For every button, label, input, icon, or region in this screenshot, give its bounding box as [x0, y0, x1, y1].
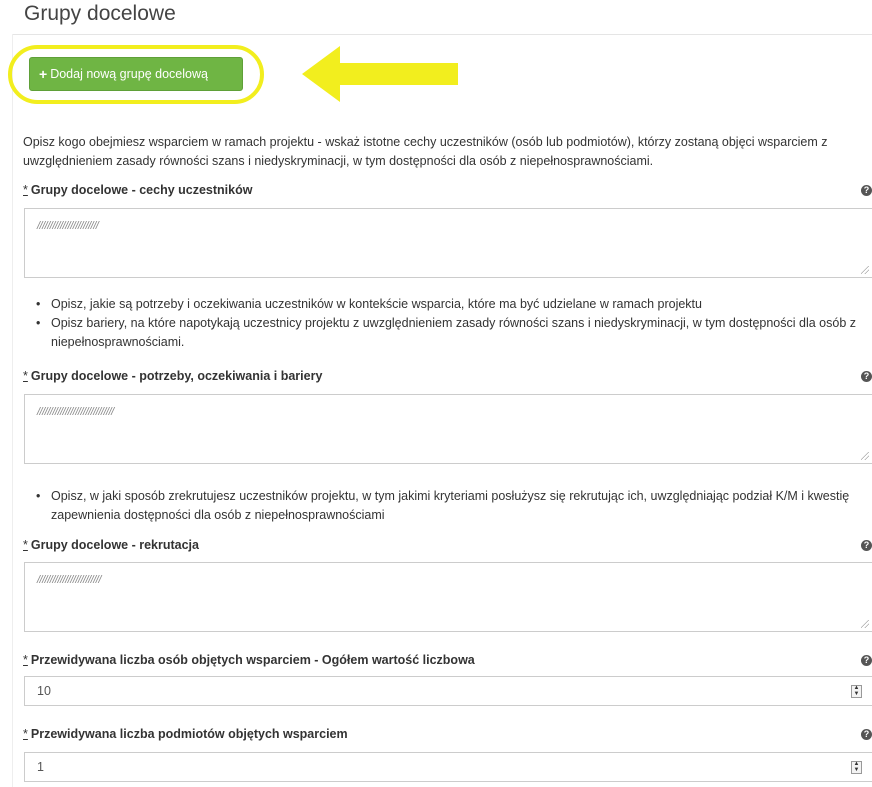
intro-text: Opisz kogo obejmiesz wsparciem w ramach …	[23, 135, 828, 168]
pointer-arrow-icon	[302, 46, 458, 102]
needs-barriers-textarea[interactable]: //////////////////////////////	[24, 394, 872, 464]
recruitment-textarea[interactable]: /////////////////////////	[24, 562, 872, 632]
required-marker: *	[23, 369, 28, 383]
panel-left-border	[12, 34, 13, 787]
plus-icon: +	[39, 66, 48, 82]
number-spinner-icon[interactable]: ▲ ▼	[851, 761, 862, 774]
field-label-participant-traits: * Grupy docelowe - cechy uczestników ?	[23, 183, 872, 197]
textarea-value: /////////////////////////	[37, 574, 101, 586]
required-marker: *	[23, 653, 28, 667]
hint-item: Opisz bariery, na które napotykają uczes…	[36, 314, 866, 352]
question-circle-icon[interactable]: ?	[861, 655, 872, 666]
field-label-needs-barriers: * Grupy docelowe - potrzeby, oczekiwania …	[23, 369, 872, 383]
add-target-group-button[interactable]: + Dodaj nową grupę docelową	[29, 57, 243, 91]
page-title: Grupy docelowe	[24, 2, 176, 25]
field-label-text: Przewidywana liczba osób objętych wsparc…	[30, 653, 475, 667]
entities-count-input[interactable]: 1 ▲ ▼	[24, 752, 872, 782]
field-label-recruitment: * Grupy docelowe - rekrutacja ?	[23, 538, 872, 552]
question-circle-icon[interactable]: ?	[861, 185, 872, 196]
number-spinner-icon[interactable]: ▲ ▼	[851, 685, 862, 698]
textarea-value: //////////////////////////////	[37, 406, 114, 418]
input-value: 10	[37, 684, 51, 698]
field-label-text: Grupy docelowe - rekrutacja	[30, 538, 199, 552]
textarea-value: ////////////////////////	[37, 220, 99, 232]
hint-item: Opisz, jakie są potrzeby i oczekiwania u…	[36, 295, 866, 314]
add-target-group-label: Dodaj nową grupę docelową	[50, 67, 208, 81]
field-label-people-count: * Przewidywana liczba osób objętych wspar…	[23, 653, 872, 667]
resize-grip-icon[interactable]	[861, 452, 869, 460]
required-marker: *	[23, 727, 28, 741]
resize-grip-icon[interactable]	[861, 620, 869, 628]
people-count-input[interactable]: 10 ▲ ▼	[24, 676, 872, 706]
resize-grip-icon[interactable]	[861, 266, 869, 274]
required-marker: *	[23, 538, 28, 552]
question-circle-icon[interactable]: ?	[861, 371, 872, 382]
field-label-text: Przewidywana liczba podmiotów objętych w…	[30, 727, 348, 741]
field-label-text: Grupy docelowe - cechy uczestników	[30, 183, 253, 197]
needs-hints: Opisz, jakie są potrzeby i oczekiwania u…	[36, 295, 866, 352]
question-circle-icon[interactable]: ?	[861, 729, 872, 740]
recruitment-hints: Opisz, w jaki sposób zrekrutujesz uczest…	[36, 487, 866, 525]
hint-item: Opisz, w jaki sposób zrekrutujesz uczest…	[36, 487, 866, 525]
required-marker: *	[23, 183, 28, 197]
input-value: 1	[37, 760, 44, 774]
title-divider	[12, 34, 872, 35]
question-circle-icon[interactable]: ?	[861, 540, 872, 551]
field-label-text: Grupy docelowe - potrzeby, oczekiwania i…	[30, 369, 323, 383]
field-label-entities-count: * Przewidywana liczba podmiotów objętych …	[23, 727, 872, 741]
participant-traits-textarea[interactable]: ////////////////////////	[24, 208, 872, 278]
